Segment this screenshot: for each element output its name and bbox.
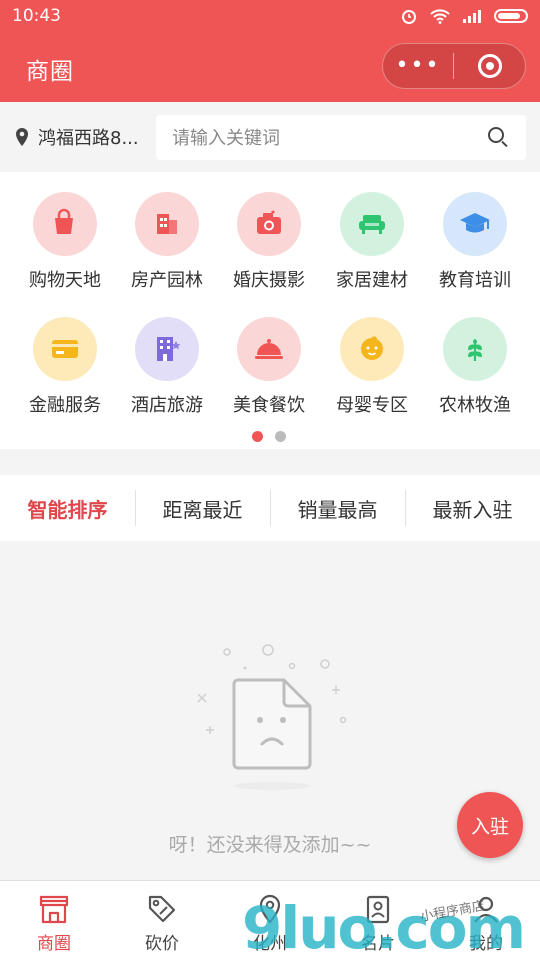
- sort-newest[interactable]: 最新入驻: [405, 489, 540, 526]
- category-item[interactable]: 教育培训: [423, 192, 527, 292]
- search-box[interactable]: [156, 115, 526, 162]
- category-label: 美食餐饮: [233, 395, 305, 416]
- hotel-icon: [157, 337, 181, 361]
- category-icon-circle: [237, 192, 301, 256]
- battery-icon: [494, 9, 528, 23]
- search-bar: 鸿福西路8...: [0, 102, 540, 172]
- category-item[interactable]: 金融服务: [13, 317, 117, 417]
- food-cloche-icon: [255, 339, 283, 359]
- card-holder-icon: [366, 895, 390, 924]
- category-label: 家居建材: [336, 270, 408, 291]
- miniprogram-capsule: •••: [382, 43, 526, 89]
- camera-icon: [257, 210, 281, 234]
- tab-label: 砍价: [145, 934, 179, 954]
- close-miniprogram-button[interactable]: [454, 54, 525, 78]
- category-icon-circle: [135, 192, 199, 256]
- category-label: 酒店旅游: [131, 395, 203, 416]
- category-icon-circle: [340, 192, 404, 256]
- status-time: 10:43: [12, 6, 61, 26]
- category-icon-circle: [33, 317, 97, 381]
- graduation-cap-icon: [460, 213, 490, 233]
- wifi-icon: [430, 9, 450, 24]
- tab-city[interactable]: 化州: [216, 881, 324, 960]
- category-item[interactable]: 酒店旅游: [115, 317, 219, 417]
- alarm-icon: [402, 10, 416, 24]
- sofa-icon: [359, 215, 385, 234]
- building-icon: [157, 214, 177, 234]
- sort-smart[interactable]: 智能排序: [0, 494, 135, 523]
- sort-bar: 智能排序 距离最近 销量最高 最新入驻: [0, 475, 540, 541]
- status-bar: 10:43: [0, 0, 540, 32]
- shopping-bag-icon: [55, 208, 73, 234]
- page-dot-active[interactable]: [252, 431, 263, 442]
- tab-bar: 商圈 砍价 化州 名片 我的: [0, 880, 540, 960]
- category-label: 房产园林: [131, 270, 203, 291]
- category-item[interactable]: 家居建材: [320, 192, 424, 292]
- category-item[interactable]: 购物天地: [13, 192, 117, 292]
- tab-label: 名片: [361, 934, 395, 954]
- user-icon: [474, 896, 498, 923]
- tab-label: 商圈: [37, 934, 71, 954]
- tab-label: 我的: [469, 934, 503, 954]
- tab-mine[interactable]: 我的: [432, 881, 540, 960]
- category-label: 购物天地: [29, 270, 101, 291]
- category-label: 金融服务: [29, 395, 101, 416]
- location-text: 鸿福西路8...: [38, 128, 139, 149]
- category-icon-circle: [33, 192, 97, 256]
- category-icon-circle: [340, 317, 404, 381]
- category-item[interactable]: 母婴专区: [320, 317, 424, 417]
- page-dot[interactable]: [275, 431, 286, 442]
- category-icon-circle: [135, 317, 199, 381]
- location-selector[interactable]: 鸿福西路8...: [14, 124, 139, 150]
- tag-icon: [148, 895, 176, 923]
- more-menu-icon[interactable]: •••: [383, 43, 453, 89]
- category-label: 母婴专区: [336, 395, 408, 416]
- category-icon-circle: [443, 192, 507, 256]
- category-label: 婚庆摄影: [233, 270, 305, 291]
- category-icon-circle: [237, 317, 301, 381]
- category-grid: 购物天地 房产园林 婚庆摄影 家居建材 教育培训金融服务 酒店旅游 美食餐饮 母婴专区 农林牧渔: [0, 172, 540, 449]
- category-item[interactable]: 美食餐饮: [217, 317, 321, 417]
- tab-card[interactable]: 名片: [324, 881, 432, 960]
- category-label: 农林牧渔: [439, 395, 511, 416]
- tab-shop[interactable]: 商圈: [0, 881, 108, 960]
- tab-label: 化州: [253, 934, 287, 954]
- pagination-dots: [252, 431, 286, 442]
- tab-bargain[interactable]: 砍价: [108, 881, 216, 960]
- search-icon[interactable]: [488, 127, 504, 143]
- sort-nearest[interactable]: 距离最近: [135, 489, 270, 526]
- location-pin-icon: [16, 128, 28, 146]
- sort-best-selling[interactable]: 销量最高: [270, 489, 405, 526]
- category-icon-circle: [443, 317, 507, 381]
- signal-icon: [463, 10, 481, 23]
- shop-icon: [39, 895, 69, 924]
- empty-document-icon: [197, 644, 347, 790]
- location-icon: [259, 894, 281, 924]
- category-item[interactable]: 房产园林: [115, 192, 219, 292]
- target-circle-icon: [477, 54, 502, 78]
- join-fab-button[interactable]: 入驻: [457, 792, 523, 858]
- nav-bar: 商圈 •••: [0, 32, 540, 102]
- category-item[interactable]: 婚庆摄影: [217, 192, 321, 292]
- search-input[interactable]: [170, 115, 474, 162]
- category-item[interactable]: 农林牧渔: [423, 317, 527, 417]
- baby-icon: [361, 336, 383, 360]
- category-label: 教育培训: [439, 270, 511, 291]
- leaf-icon: [468, 339, 482, 361]
- card-icon: [52, 340, 78, 358]
- page-title: 商圈: [26, 59, 74, 85]
